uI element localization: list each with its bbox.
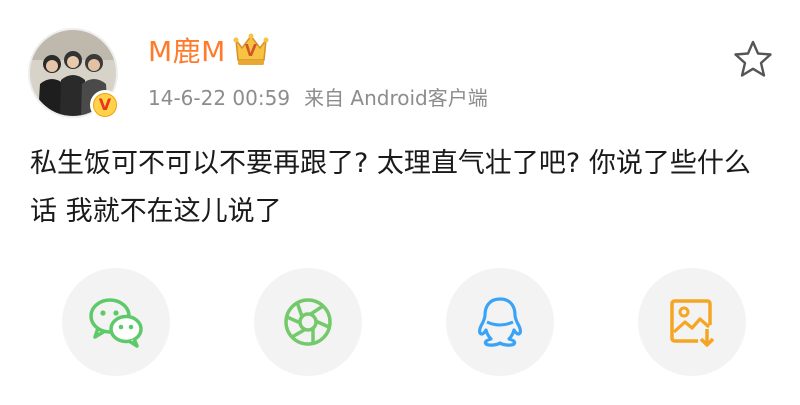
weibo-post-card: V M鹿M 14-6-22 00:59 来自 Android客户端 私生饭可不可以… — [0, 0, 800, 405]
save-image-icon — [670, 299, 715, 347]
wechat-icon — [89, 298, 143, 348]
save-image-button[interactable] — [638, 268, 746, 376]
post-text: 私生饭可不可以不要再跟了? 太理直气壮了吧? 你说了些什么话 我就不在这儿说了 — [30, 148, 751, 227]
share-qq-button[interactable] — [446, 268, 554, 376]
post-timestamp: 14-6-22 00:59 — [148, 86, 291, 110]
star-outline-icon[interactable] — [732, 38, 774, 80]
vip-crown-icon[interactable] — [232, 32, 270, 68]
avatar-container[interactable]: V — [28, 28, 122, 122]
username-row: M鹿M — [148, 30, 270, 70]
moments-icon — [284, 298, 332, 346]
qq-icon — [478, 297, 522, 347]
post-meta: 14-6-22 00:59 来自 Android客户端 — [148, 82, 488, 111]
post-source: 来自 Android客户端 — [304, 86, 488, 110]
share-wechat-button[interactable] — [62, 268, 170, 376]
share-row — [0, 268, 800, 378]
share-moments-button[interactable] — [254, 268, 362, 376]
verified-icon: V — [90, 90, 120, 120]
username-link[interactable]: M鹿M — [148, 30, 226, 70]
